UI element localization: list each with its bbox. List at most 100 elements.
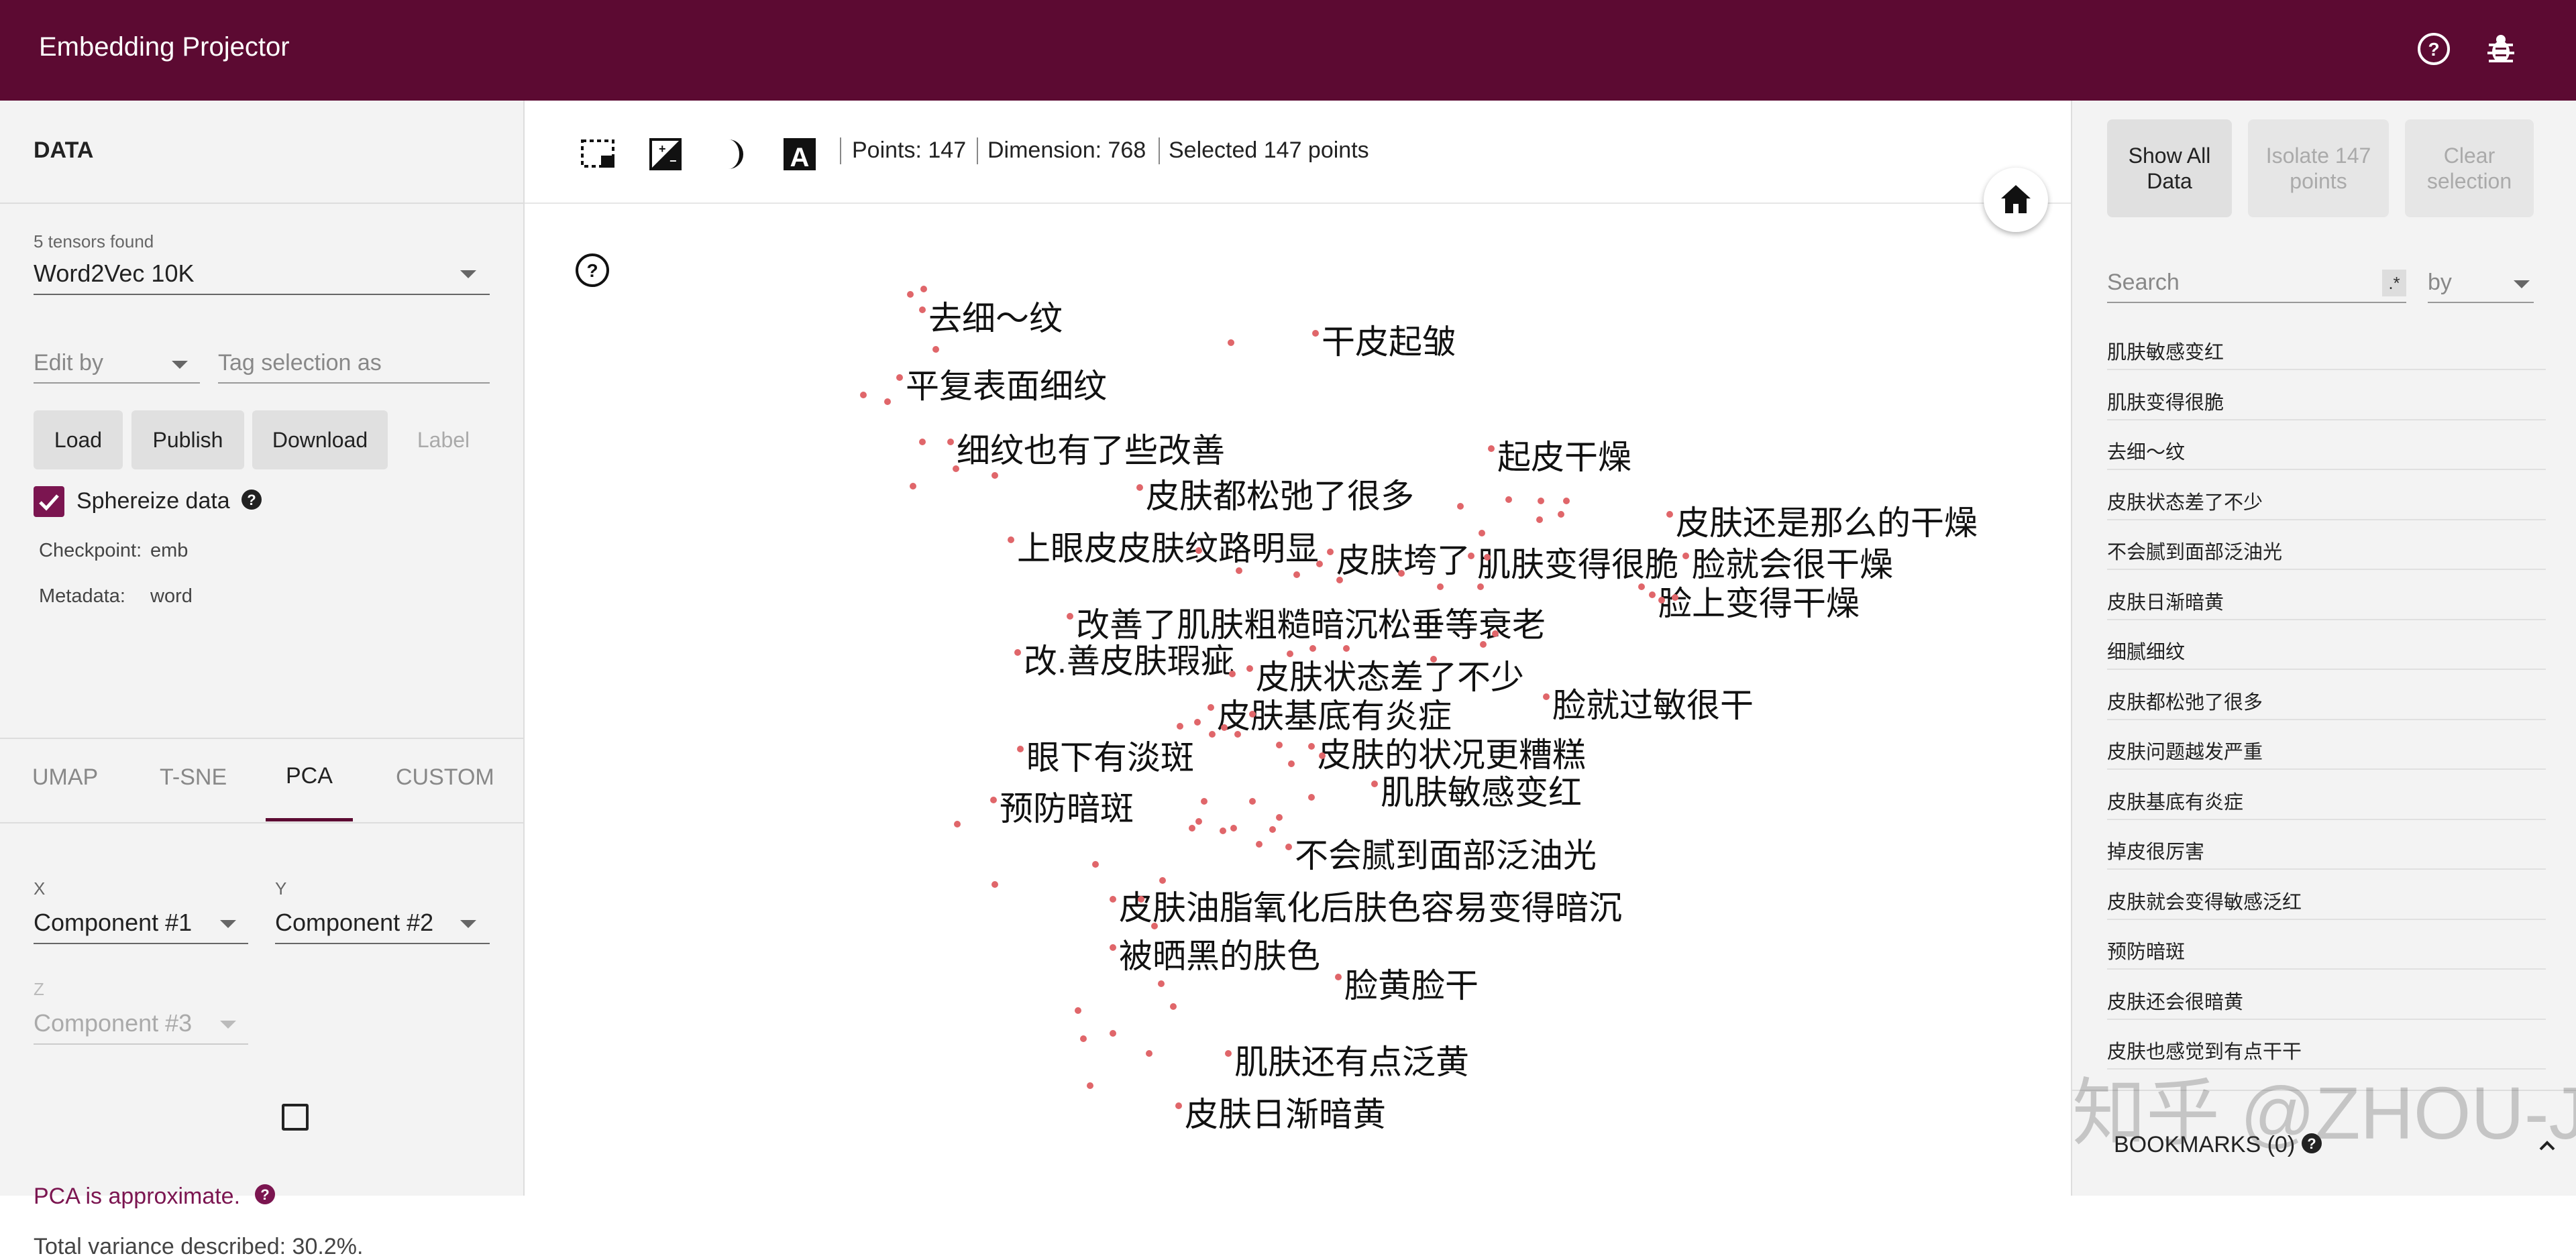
result-item[interactable]: 不会腻到面部泛油光	[2107, 536, 2543, 565]
point-dot[interactable]	[1256, 841, 1263, 848]
result-item[interactable]: 皮肤还会很暗黄	[2107, 986, 2543, 1015]
point-dot[interactable]	[1430, 656, 1437, 663]
help-icon[interactable]: ?	[240, 488, 263, 514]
point-dot[interactable]	[896, 374, 903, 381]
x-component-select[interactable]: Component #1	[34, 909, 192, 937]
point-dot[interactable]	[1249, 711, 1256, 718]
point-dot[interactable]	[1269, 826, 1276, 833]
point-dot[interactable]	[1221, 724, 1228, 731]
point-dot[interactable]	[1138, 896, 1144, 903]
point-dot[interactable]	[1371, 781, 1378, 787]
point-dot[interactable]	[1194, 719, 1201, 726]
point-dot[interactable]	[1335, 974, 1342, 980]
point-dot[interactable]	[919, 306, 926, 313]
point-dot[interactable]	[1543, 693, 1550, 700]
point-dot[interactable]	[1189, 825, 1195, 832]
point-dot[interactable]	[1234, 731, 1241, 738]
bug-icon[interactable]	[2482, 30, 2520, 68]
point-dot[interactable]	[1110, 944, 1116, 951]
point-dot[interactable]	[1468, 553, 1474, 559]
point-dot[interactable]	[1343, 645, 1350, 652]
z-enable-checkbox[interactable]	[282, 1104, 309, 1131]
result-item[interactable]: 预防暗斑	[2107, 936, 2543, 964]
point-dot[interactable]	[1208, 704, 1214, 711]
point-dot[interactable]	[1230, 825, 1237, 832]
tab-tsne[interactable]: T-SNE	[160, 764, 227, 791]
point-dot[interactable]	[1246, 665, 1253, 672]
point-dot[interactable]	[1477, 583, 1484, 590]
edit-by-select[interactable]: Edit by	[34, 350, 103, 376]
download-button[interactable]: Download	[252, 410, 388, 469]
point-dot[interactable]	[1316, 561, 1323, 567]
point-dot[interactable]	[1649, 591, 1656, 598]
point-dot[interactable]	[1287, 650, 1293, 657]
point-dot[interactable]	[1225, 1050, 1232, 1057]
point-dot[interactable]	[1276, 814, 1283, 821]
tab-umap[interactable]: UMAP	[32, 764, 98, 791]
point-dot[interactable]	[1249, 798, 1256, 805]
point-dot[interactable]	[1087, 1082, 1093, 1089]
point-dot[interactable]	[1327, 549, 1334, 555]
result-item[interactable]: 皮肤问题越发严重	[2107, 736, 2543, 764]
point-dot[interactable]	[919, 439, 926, 445]
point-dot[interactable]	[990, 797, 997, 803]
result-item[interactable]: 肌肤敏感变红	[2107, 337, 2543, 365]
point-dot[interactable]	[1151, 923, 1158, 929]
point-dot[interactable]	[1236, 567, 1242, 574]
point-dot[interactable]	[1285, 844, 1292, 850]
point-dot[interactable]	[1293, 571, 1300, 578]
point-dot[interactable]	[1209, 731, 1216, 738]
sphereize-checkbox[interactable]	[34, 486, 64, 517]
point-dot[interactable]	[1488, 445, 1495, 452]
point-dot[interactable]	[1288, 760, 1295, 767]
point-dot[interactable]	[991, 881, 998, 888]
scatter-plot[interactable]: 去细～纹 干皮起皱 平复表面细纹 细纹也有了些改善 起皮干燥 皮肤都松弛了很多 皮肤还是那么…	[525, 101, 2071, 1196]
y-component-select[interactable]: Component #2	[275, 909, 433, 937]
publish-button[interactable]: Publish	[131, 410, 244, 469]
tab-custom[interactable]: CUSTOM	[396, 764, 494, 791]
point-dot[interactable]	[1563, 498, 1570, 504]
regex-toggle[interactable]: .*	[2382, 270, 2406, 296]
point-dot[interactable]	[954, 821, 961, 827]
help-icon[interactable]: ?	[254, 1183, 276, 1209]
result-item[interactable]: 皮肤都松弛了很多	[2107, 687, 2543, 715]
point-dot[interactable]	[910, 483, 916, 490]
point-dot[interactable]	[1080, 1035, 1087, 1042]
point-dot[interactable]	[1146, 1050, 1152, 1057]
result-item[interactable]: 细腻细纹	[2107, 636, 2543, 665]
result-item[interactable]: 皮肤状态差了不少	[2107, 487, 2543, 515]
point-dot[interactable]	[1195, 818, 1202, 825]
point-dot[interactable]	[1479, 530, 1485, 536]
point-dot[interactable]	[1558, 511, 1564, 518]
point-dot[interactable]	[1484, 554, 1491, 561]
point-dot[interactable]	[1308, 743, 1315, 750]
point-dot[interactable]	[1017, 746, 1024, 752]
point-dot[interactable]	[1437, 583, 1444, 590]
point-dot[interactable]	[953, 465, 959, 472]
point-dot[interactable]	[1276, 742, 1283, 748]
point-dot[interactable]	[1092, 861, 1099, 868]
point-dot[interactable]	[1136, 484, 1143, 491]
point-dot[interactable]	[1159, 877, 1166, 884]
point-dot[interactable]	[860, 392, 867, 398]
point-dot[interactable]	[1505, 496, 1512, 503]
help-circle-icon[interactable]: ?	[2415, 30, 2453, 68]
tab-pca[interactable]: PCA	[286, 763, 333, 789]
point-dot[interactable]	[1170, 1003, 1177, 1010]
point-dot[interactable]	[1110, 1030, 1116, 1037]
point-dot[interactable]	[1110, 896, 1116, 903]
tensor-select[interactable]: Word2Vec 10K	[34, 260, 194, 288]
isolate-points-button[interactable]: Isolate 147 points	[2248, 119, 2389, 217]
point-dot[interactable]	[1672, 594, 1678, 601]
point-dot[interactable]	[1536, 516, 1543, 523]
result-item[interactable]: 肌肤变得很脆	[2107, 387, 2543, 415]
search-input[interactable]: Search	[2107, 270, 2180, 296]
point-dot[interactable]	[1336, 577, 1343, 583]
result-item[interactable]: 皮肤日渐暗黄	[2107, 587, 2543, 615]
load-button[interactable]: Load	[34, 410, 123, 469]
point-dot[interactable]	[1228, 339, 1234, 346]
result-item[interactable]: 皮肤就会变得敏感泛红	[2107, 886, 2543, 915]
point-dot[interactable]	[991, 472, 998, 479]
point-dot[interactable]	[1658, 597, 1665, 604]
point-dot[interactable]	[1457, 503, 1464, 510]
